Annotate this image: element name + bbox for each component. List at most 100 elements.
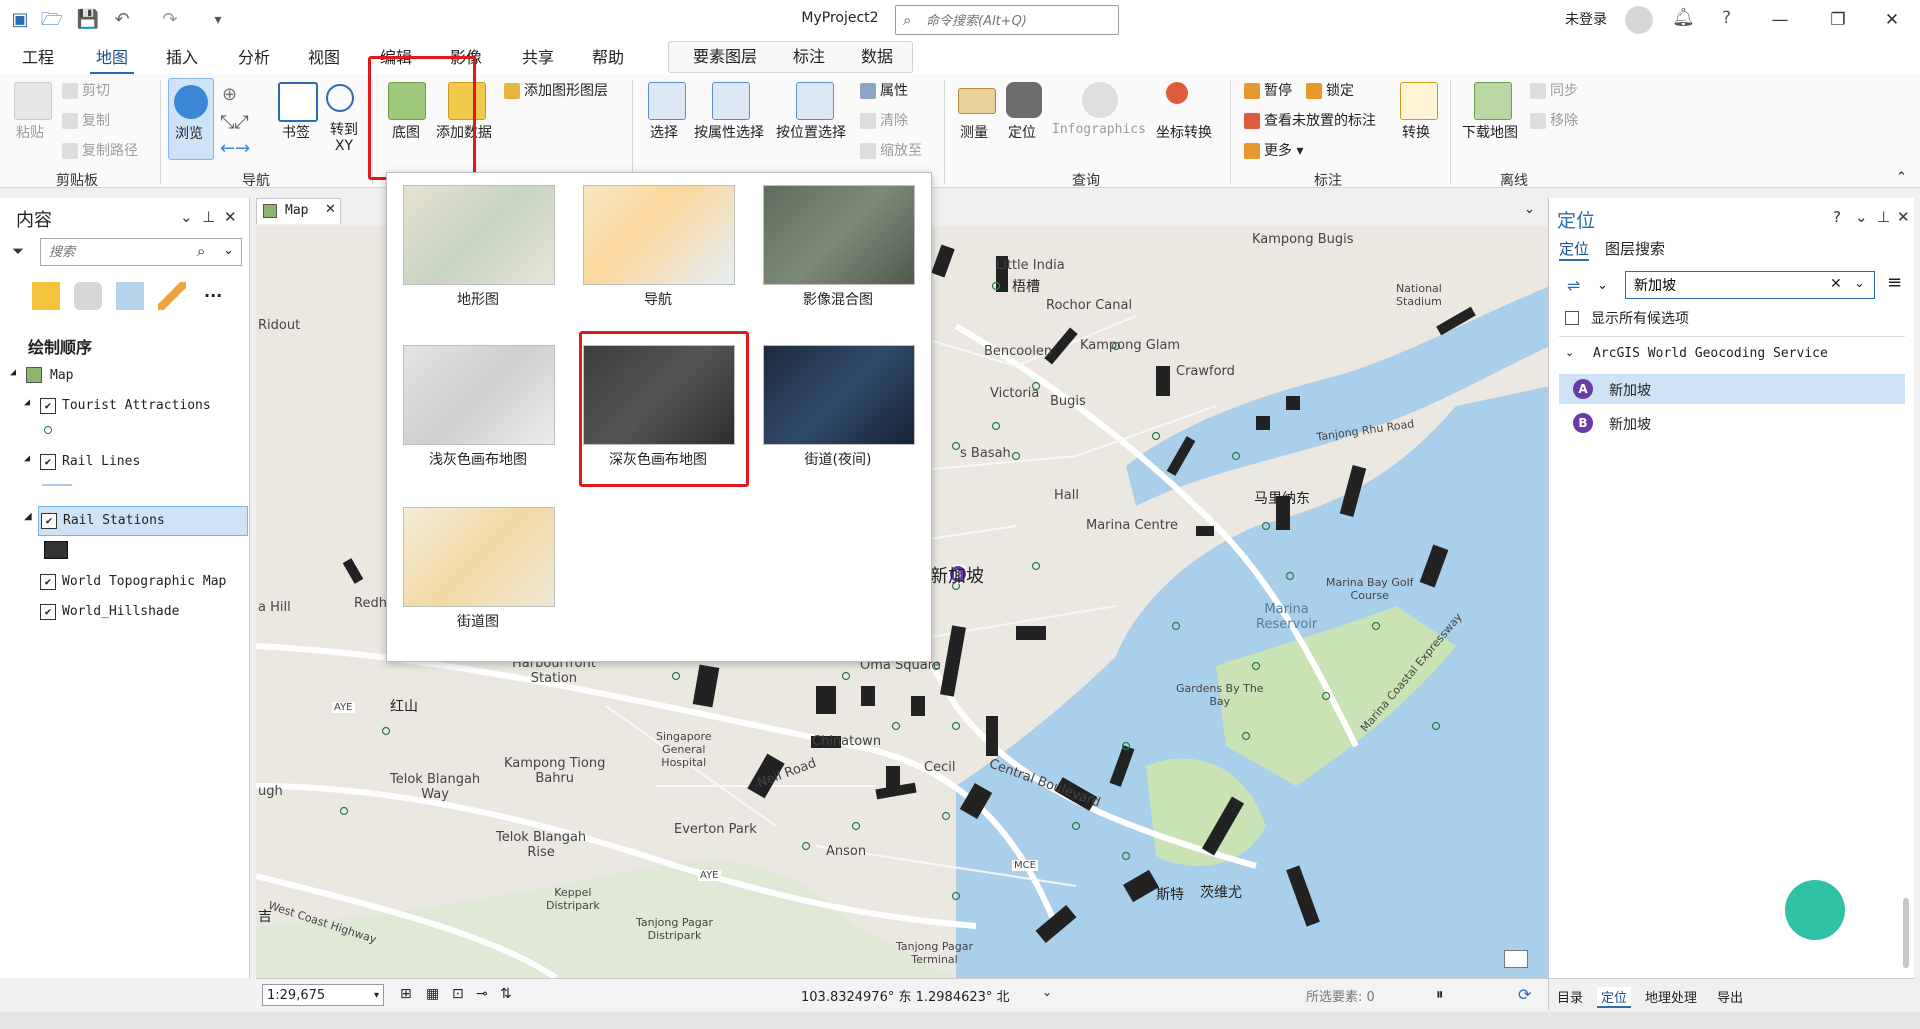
restore-icon[interactable]: ❐ <box>1818 5 1858 35</box>
collapse-ribbon-icon[interactable]: ⌃ <box>1896 170 1907 185</box>
explore-button[interactable]: 浏览 <box>168 78 214 160</box>
show-all-candidates-checkbox[interactable] <box>1565 311 1579 325</box>
expand-caret-icon[interactable]: ◢ <box>24 397 30 408</box>
view-unplaced-button[interactable]: 查看未放置的标注 <box>1244 110 1376 130</box>
goto-xy-label[interactable]: 转到 XY <box>330 122 358 154</box>
tab-locate-bottom[interactable]: 定位 <box>1597 987 1632 1008</box>
map-view-tab[interactable]: Map ✕ <box>256 198 341 224</box>
bookmarks-label[interactable]: 书签 <box>282 122 310 142</box>
lock-labeling-button[interactable]: 锁定 <box>1306 80 1354 100</box>
tab-data[interactable]: 数据 <box>855 43 899 71</box>
locator-options-icon[interactable]: ⇌ <box>1567 276 1580 295</box>
contents-search[interactable]: ⌕ ⌄ <box>40 238 242 266</box>
layer-world-hillshade[interactable]: ✔ World_Hillshade <box>0 598 250 626</box>
minimize-icon[interactable]: — <box>1760 5 1800 35</box>
tab-feature-layer[interactable]: 要素图层 <box>687 43 763 71</box>
filter-icon[interactable]: ⏷ <box>12 242 24 260</box>
expand-caret-icon[interactable]: ◢ <box>24 453 30 464</box>
map-overview-icon[interactable] <box>1504 950 1528 968</box>
notification-bell-icon[interactable]: 🔔︎ <box>1672 7 1695 28</box>
select-label[interactable]: 选择 <box>650 122 678 142</box>
locate-label[interactable]: 定位 <box>1008 122 1036 142</box>
tab-insert[interactable]: 插入 <box>160 44 204 72</box>
chevron-down-icon[interactable]: ⌄ <box>1597 278 1608 293</box>
fixed-scale-icon[interactable]: ⊞ <box>400 986 412 1002</box>
scale-dropdown[interactable]: 1:29,675 ▾ <box>262 984 384 1006</box>
more-labeling-button[interactable]: 更多 ▾ <box>1244 140 1303 160</box>
refresh-icon[interactable]: ⟳ <box>1518 985 1531 1004</box>
north-arrow-icon[interactable]: ⇅ <box>500 986 512 1002</box>
add-graphics-layer-button[interactable]: 添加图形图层 <box>504 80 608 100</box>
locate-search-field[interactable]: ✕ ⌄ <box>1625 271 1875 299</box>
download-map-label[interactable]: 下载地图 <box>1462 122 1518 142</box>
sign-in-status[interactable]: 未登录 <box>1565 9 1607 29</box>
pin-icon[interactable]: ⊥ <box>202 208 215 226</box>
expand-caret-icon[interactable]: ◢ <box>24 511 32 522</box>
copy-button[interactable]: 复制 <box>62 110 110 130</box>
basemap-navigation[interactable]: 导航 <box>583 185 735 309</box>
tab-export[interactable]: 导出 <box>1717 987 1743 1006</box>
expand-caret-icon[interactable]: ◢ <box>10 367 16 378</box>
coord-convert-label[interactable]: 坐标转换 <box>1156 122 1212 142</box>
fixed-zoom-icon[interactable]: ⤡⤢ <box>220 112 249 133</box>
clear-search-icon[interactable]: ✕ <box>1830 276 1842 292</box>
tab-share[interactable]: 共享 <box>516 44 560 72</box>
previous-extent-icon[interactable]: ←→ <box>220 138 250 159</box>
tab-layer-search[interactable]: 图层搜索 <box>1605 238 1665 259</box>
save-icon[interactable]: 💾 <box>76 8 100 32</box>
chevron-down-icon[interactable]: ⌄ <box>1854 276 1865 291</box>
convert-label[interactable]: 转换 <box>1402 122 1430 142</box>
remove-offline-button[interactable]: 移除 <box>1530 110 1578 130</box>
tab-project[interactable]: 工程 <box>16 44 60 72</box>
snapping-icon[interactable]: ⊡ <box>452 986 464 1002</box>
basemap-topographic[interactable]: 地形图 <box>403 185 555 309</box>
infographics-label[interactable]: Infographics <box>1052 122 1146 137</box>
layer-rail-stations[interactable]: ✔ Rail Stations <box>38 506 248 536</box>
chevron-down-icon[interactable]: ⌄ <box>1042 985 1052 999</box>
list-by-editing-icon[interactable] <box>158 282 186 310</box>
redo-icon[interactable]: ↷ <box>158 8 182 32</box>
avatar-icon[interactable] <box>1625 6 1653 34</box>
locate-search-input[interactable] <box>1632 276 1826 294</box>
convert-labels-icon[interactable] <box>1400 82 1438 120</box>
coordinate-conversion-icon[interactable] <box>1166 82 1188 104</box>
basemap-light-gray-canvas[interactable]: 浅灰色画布地图 <box>403 345 555 469</box>
select-by-location-icon[interactable] <box>796 82 834 120</box>
layer-visibility-checkbox[interactable]: ✔ <box>40 604 56 620</box>
app-icon[interactable]: ▣ <box>8 8 32 32</box>
measure-label[interactable]: 测量 <box>960 122 988 142</box>
tab-locate[interactable]: 定位 <box>1559 238 1590 261</box>
copy-path-button[interactable]: 复制路径 <box>62 140 138 160</box>
tab-view[interactable]: 视图 <box>302 44 346 72</box>
tab-help[interactable]: 帮助 <box>586 44 630 72</box>
zoom-to-selection-button[interactable]: 缩放至 <box>860 140 922 160</box>
menu-icon[interactable]: ≡ <box>1887 272 1902 293</box>
basemap-imagery-hybrid[interactable]: 影像混合图 <box>763 185 915 309</box>
paste-label[interactable]: 粘贴 <box>16 122 44 142</box>
result-item[interactable]: A 新加坡 <box>1559 374 1905 404</box>
select-icon[interactable] <box>648 82 686 120</box>
customize-toolbar-icon[interactable]: ▾ <box>206 8 230 32</box>
list-by-selection-icon[interactable] <box>116 282 144 310</box>
pause-drawing-icon[interactable]: ⏸ <box>1436 985 1444 1003</box>
constraints-icon[interactable]: ⊸ <box>476 986 488 1002</box>
layer-visibility-checkbox[interactable]: ✔ <box>40 398 56 414</box>
more-options-icon[interactable]: ··· <box>204 286 222 305</box>
list-by-data-source-icon[interactable] <box>74 282 102 310</box>
open-project-icon[interactable]: 🗁 <box>40 8 64 32</box>
grid-icon[interactable]: ▦ <box>426 986 439 1002</box>
locate-binoculars-icon[interactable] <box>1006 82 1042 118</box>
contents-search-input[interactable] <box>47 243 201 260</box>
cut-button[interactable]: 剪切 <box>62 80 110 100</box>
download-map-icon[interactable] <box>1474 82 1512 120</box>
layer-visibility-checkbox[interactable]: ✔ <box>40 454 56 470</box>
tab-geoprocessing[interactable]: 地理处理 <box>1645 987 1697 1006</box>
assistant-mascot-icon[interactable] <box>1785 880 1845 940</box>
sync-button[interactable]: 同步 <box>1530 80 1578 100</box>
pin-icon[interactable]: ⊥ <box>1877 208 1890 226</box>
full-extent-icon[interactable]: ⊕ <box>222 84 237 105</box>
clear-selection-button[interactable]: 清除 <box>860 110 908 130</box>
basemap-streets-night[interactable]: 街道(夜间) <box>763 345 915 469</box>
layer-rail-lines[interactable]: ◢ ✔ Rail Lines <box>0 448 250 476</box>
goto-xy-icon[interactable] <box>326 84 354 112</box>
